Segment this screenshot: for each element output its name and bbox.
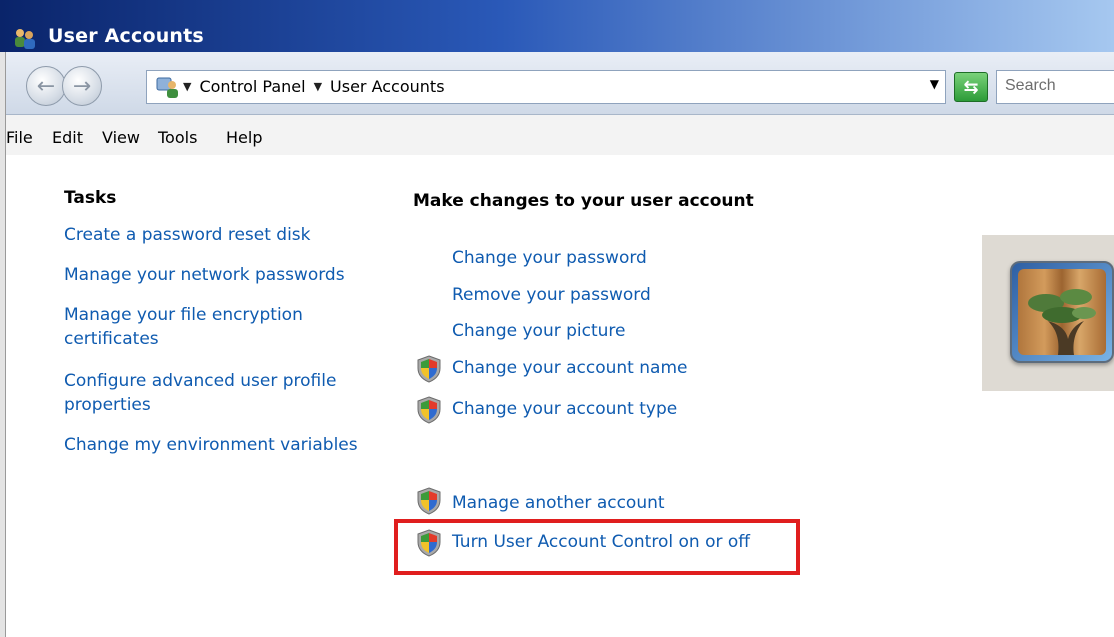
bonsai-tree-icon — [1028, 289, 1096, 355]
users-icon — [15, 29, 35, 49]
menu-view[interactable]: View — [102, 128, 140, 147]
back-arrow-icon: ← — [36, 73, 56, 99]
uac-shield-icon — [417, 355, 441, 383]
task-link-user-profile-properties[interactable]: Configure advanced user profile properti… — [64, 369, 354, 417]
link-change-picture[interactable]: Change your picture — [452, 321, 626, 341]
menu-file[interactable]: File — [6, 128, 33, 147]
search-input[interactable]: Search — [996, 70, 1114, 104]
forward-button[interactable]: → — [62, 66, 102, 106]
link-remove-password[interactable]: Remove your password — [452, 285, 651, 305]
main-heading: Make changes to your user account — [413, 191, 754, 211]
menu-tools[interactable]: Tools — [158, 128, 197, 147]
link-change-password[interactable]: Change your password — [452, 248, 647, 268]
highlight-box — [394, 519, 800, 575]
link-manage-another-account[interactable]: Manage another account — [452, 493, 665, 513]
task-link-environment-variables[interactable]: Change my environment variables — [64, 433, 364, 457]
breadcrumb: ▼ Control Panel ▼ User Accounts — [183, 77, 445, 96]
user-picture[interactable] — [1010, 261, 1114, 363]
task-link-network-passwords[interactable]: Manage your network passwords — [64, 263, 364, 287]
menu-help[interactable]: Help — [226, 128, 262, 147]
user-picture-frame — [982, 235, 1114, 391]
window-title: User Accounts — [48, 25, 204, 47]
task-link-password-reset-disk[interactable]: Create a password reset disk — [64, 223, 364, 247]
title-bar: User Accounts — [0, 0, 1114, 52]
address-dropdown-icon[interactable]: ▼ — [930, 77, 939, 91]
refresh-icon: ⇆ — [963, 76, 979, 98]
breadcrumb-control-panel[interactable]: Control Panel — [199, 77, 305, 96]
chevron-down-icon[interactable]: ▼ — [314, 80, 322, 93]
uac-shield-icon — [417, 396, 441, 424]
back-button[interactable]: ← — [26, 66, 66, 106]
bonsai-picture — [1018, 269, 1106, 355]
menu-edit[interactable]: Edit — [52, 128, 83, 147]
refresh-button[interactable]: ⇆ — [954, 72, 988, 102]
address-toolbar: ← → ▼ Control Panel ▼ User Accounts ▼ ⇆ … — [6, 52, 1114, 115]
breadcrumb-user-accounts[interactable]: User Accounts — [330, 77, 445, 96]
task-link-file-encryption[interactable]: Manage your file encryption certificates — [64, 303, 324, 351]
uac-shield-icon — [417, 487, 441, 515]
address-bar[interactable]: ▼ Control Panel ▼ User Accounts ▼ — [146, 70, 946, 104]
content-pane: Tasks Create a password reset disk Manag… — [6, 155, 1114, 637]
link-change-account-type[interactable]: Change your account type — [452, 399, 677, 419]
forward-arrow-icon: → — [72, 73, 92, 99]
chevron-down-icon[interactable]: ▼ — [183, 80, 191, 93]
link-change-account-name[interactable]: Change your account name — [452, 358, 687, 378]
search-placeholder: Search — [1005, 77, 1056, 94]
menu-bar: File Edit View Tools Help — [6, 115, 1114, 155]
control-panel-icon — [156, 77, 178, 98]
tasks-heading: Tasks — [64, 188, 117, 208]
